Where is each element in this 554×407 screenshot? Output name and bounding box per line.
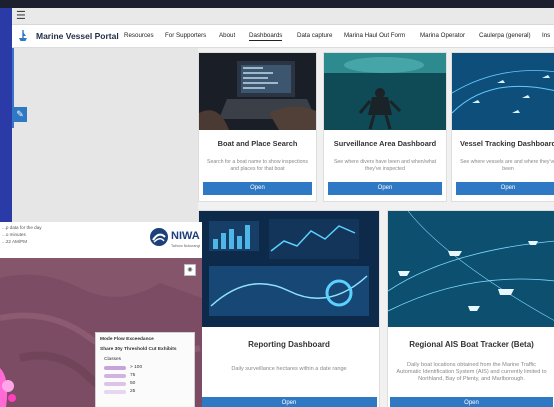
card-title: Boat and Place Search: [217, 139, 298, 148]
legend-swatch: [104, 390, 126, 394]
card-title: Regional AIS Boat Tracker (Beta): [409, 340, 534, 349]
portal-title[interactable]: Marine Vessel Portal: [36, 31, 119, 41]
laptop-image: [199, 53, 316, 130]
top-navigation-bar: Marine Vessel Portal Resources For Suppo…: [12, 25, 554, 48]
layers-icon[interactable]: ◉: [184, 264, 196, 276]
legend-item: 75: [130, 373, 136, 378]
open-button[interactable]: Open: [390, 397, 553, 407]
card-description: Daily boat locations obtained from the M…: [396, 362, 547, 382]
card-description: Daily surveillance hectares within a dat…: [231, 366, 347, 372]
map-header: ...p data for the day ...o minutes ...22…: [0, 222, 202, 258]
nav-about[interactable]: About: [219, 32, 235, 39]
card-reporting-dashboard: Reporting Dashboard Daily surveillance h…: [198, 210, 380, 407]
niwa-logo-text: NIWA: [171, 230, 200, 242]
open-button[interactable]: Open: [456, 182, 554, 195]
legend-swatch: [104, 382, 126, 386]
card-description: Search for a boat name to show inspectio…: [207, 159, 308, 172]
legend-swatch: [104, 366, 126, 370]
analytics-image: [199, 211, 379, 327]
card-regional-ais-boat-tracker: Regional AIS Boat Tracker (Beta) Daily b…: [387, 210, 554, 407]
map-legend: Mode Flow Exceedance Share 30y Threshold…: [95, 332, 195, 407]
legend-heading: Classes: [104, 357, 122, 362]
nav-dashboards[interactable]: Dashboards: [249, 32, 283, 41]
niwa-logo-icon: [150, 228, 168, 246]
nav-more[interactable]: Ins: [542, 32, 550, 39]
vessel-tracking-image: [452, 53, 554, 130]
nav-marina-operator[interactable]: Marina Operator: [420, 32, 465, 39]
legend-item: > 100: [130, 365, 143, 370]
legend-swatch: [104, 374, 126, 378]
legend-item: 25: [130, 389, 136, 394]
card-title: Surveillance Area Dashboard: [333, 139, 437, 148]
hamburger-icon[interactable]: ☰: [16, 10, 26, 22]
nav-resources[interactable]: Resources: [124, 32, 154, 39]
map-meta-line: ...o minutes: [2, 232, 26, 237]
vessel-icon: [19, 30, 27, 41]
map-meta-line: ...22 AM/PM: [2, 239, 28, 244]
legend-subtitle: Share 30y Threshold Cut Exhibits: [100, 347, 177, 352]
open-button[interactable]: Open: [328, 182, 442, 195]
card-title: Reporting Dashboard: [248, 340, 330, 349]
niwa-logo-subtext: Taihoro Nukurangi: [171, 244, 201, 248]
map-window: ...p data for the day ...o minutes ...22…: [0, 222, 202, 407]
open-button[interactable]: Open: [201, 397, 377, 407]
diver-image: [324, 53, 446, 130]
card-title: Vessel Tracking Dashboard: [459, 139, 554, 148]
open-button[interactable]: Open: [203, 182, 312, 195]
card-boat-and-place-search: Boat and Place Search Search for a boat …: [198, 52, 317, 202]
legend-item: 50: [130, 381, 136, 386]
pencil-icon[interactable]: ✎: [13, 107, 27, 122]
desktop-top-bar: [0, 0, 554, 8]
map-meta-line: ...p data for the day: [2, 225, 42, 230]
card-surveillance-area-dashboard: Surveillance Area Dashboard See where di…: [323, 52, 447, 202]
card-description: See where divers have been and when/what…: [333, 159, 437, 172]
nav-data-capture[interactable]: Data capture: [297, 32, 332, 39]
card-description: See where vessels are and where they've …: [460, 159, 554, 172]
nav-for-supporters[interactable]: For Supporters: [165, 32, 206, 39]
nav-caulerpa[interactable]: Caulerpa (general): [479, 32, 531, 39]
browser-menubar: ☰: [12, 8, 554, 25]
ais-boats-image: [388, 211, 554, 327]
card-vessel-tracking-dashboard: Vessel Tracking Dashboard See where vess…: [451, 52, 554, 202]
legend-title: Mode Flow Exceedance: [100, 337, 154, 342]
nav-marina-haul-out-form[interactable]: Marina Haul Out Form: [344, 32, 405, 39]
